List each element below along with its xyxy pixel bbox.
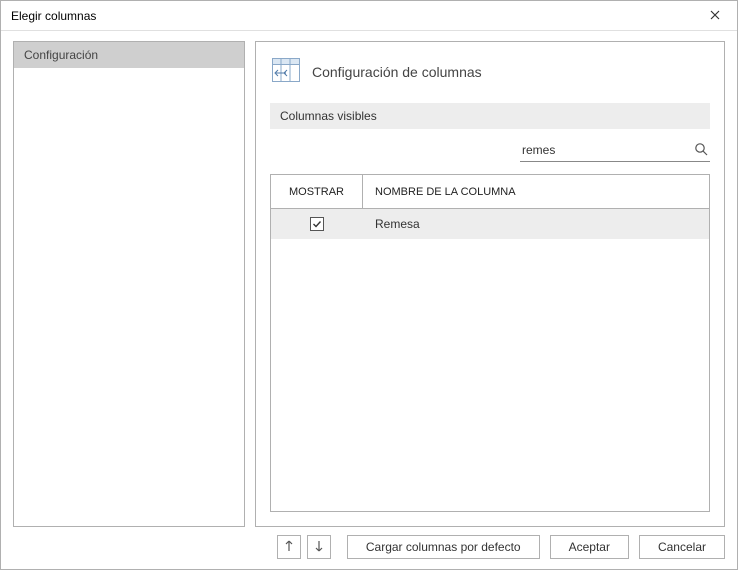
section-label: Columnas visibles: [280, 109, 377, 123]
sidebar-item-configuracion[interactable]: Configuración: [14, 42, 244, 68]
choose-columns-dialog: Elegir columnas Configuración: [0, 0, 738, 570]
move-down-button[interactable]: [307, 535, 331, 559]
cancel-button[interactable]: Cancelar: [639, 535, 725, 559]
arrow-up-icon: [285, 540, 293, 555]
section-visible-columns: Columnas visibles: [270, 103, 710, 129]
column-header-nombre[interactable]: NOMBRE DE LA COLUMNA: [363, 175, 709, 208]
table-body: Remesa: [271, 209, 709, 511]
sidebar: Configuración: [13, 41, 245, 527]
move-up-button[interactable]: [277, 535, 301, 559]
page-title: Configuración de columnas: [312, 64, 482, 80]
titlebar: Elegir columnas: [1, 1, 737, 31]
dialog-footer: Cargar columnas por defecto Aceptar Canc…: [1, 527, 737, 569]
close-button[interactable]: [693, 1, 737, 31]
sidebar-item-label: Configuración: [24, 48, 98, 62]
window-title: Elegir columnas: [11, 9, 96, 23]
column-header-mostrar[interactable]: MOSTRAR: [271, 175, 363, 208]
table-row[interactable]: Remesa: [271, 209, 709, 239]
arrow-down-icon: [315, 540, 323, 555]
search-input[interactable]: [522, 141, 688, 159]
table-head: MOSTRAR NOMBRE DE LA COLUMNA: [271, 175, 709, 209]
show-column-checkbox[interactable]: [310, 217, 324, 231]
search-icon[interactable]: [688, 142, 708, 159]
cell-mostrar: [271, 209, 363, 239]
accept-button[interactable]: Aceptar: [550, 535, 629, 559]
main-header: Configuración de columnas: [270, 54, 710, 91]
search-row: [270, 141, 710, 162]
cell-nombre: Remesa: [363, 209, 709, 239]
close-icon: [710, 9, 720, 23]
load-defaults-button[interactable]: Cargar columnas por defecto: [347, 535, 540, 559]
columns-table: MOSTRAR NOMBRE DE LA COLUMNA: [270, 174, 710, 512]
reorder-buttons: [277, 535, 331, 559]
search-field-wrap: [520, 141, 710, 162]
dialog-body: Configuración Configuración de: [1, 31, 737, 527]
main-panel: Configuración de columnas Columnas visib…: [255, 41, 725, 527]
columns-icon: [272, 58, 300, 85]
